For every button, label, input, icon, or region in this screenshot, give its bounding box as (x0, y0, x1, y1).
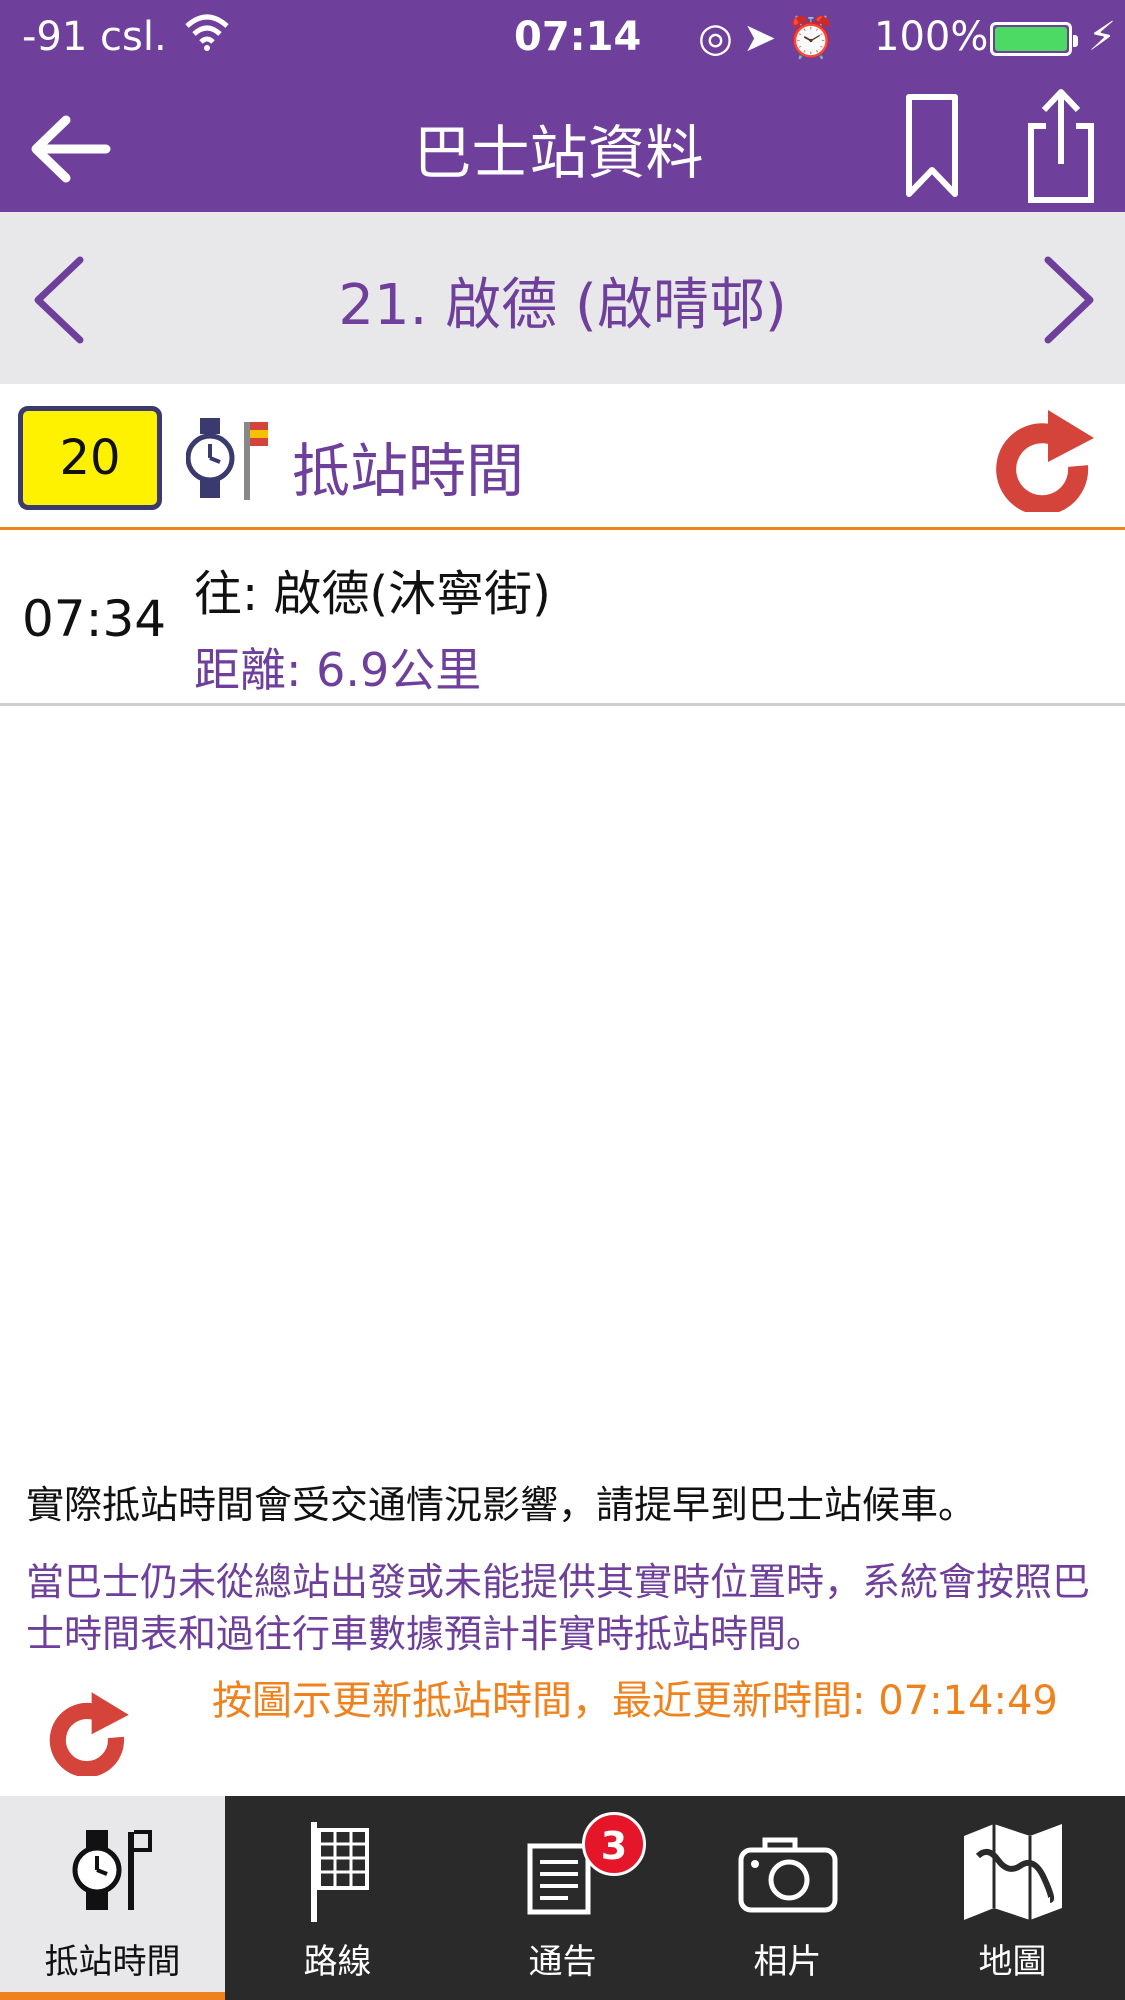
tab-label: 路線 (303, 1942, 372, 1982)
nav-bar: 巴士站資料 (0, 80, 1125, 210)
stop-name: 21. 啟德 (啟晴邨) (338, 273, 787, 338)
tab-routes[interactable]: 路線 (225, 1796, 450, 2000)
arrival-title: 抵站時間 (292, 437, 525, 505)
refresh-button[interactable] (994, 404, 1098, 516)
camera-icon (733, 1816, 843, 1926)
schedule-note: 當巴士仍未從總站出發或未能提供其實時位置時，系統會按照巴士時間表和過往行車數據預… (26, 1560, 1091, 1656)
wifi-icon (185, 14, 229, 64)
battery-percent: 100% (874, 14, 989, 60)
arrival-header: 20 抵站時間 (0, 384, 1125, 530)
clock-flag-icon (185, 418, 272, 500)
share-icon (1028, 89, 1094, 203)
refresh-icon (996, 410, 1094, 516)
route-number-badge: 20 (18, 406, 162, 510)
eta-time: 07:34 (22, 590, 167, 648)
carrier-label: -91 csl. (22, 14, 167, 60)
share-button[interactable] (1026, 86, 1096, 206)
tab-label: 抵站時間 (44, 1942, 181, 1982)
alarm-icon: ⏰ (786, 15, 847, 61)
status-time: 07:14 (514, 14, 642, 60)
status-bar: -91 csl. 07:14 ◎➤⏰ 100% ⚡ (0, 14, 1125, 64)
tab-arrival-time[interactable]: 抵站時間 (0, 1796, 225, 2000)
tab-label: 地圖 (978, 1942, 1047, 1982)
location-icon: ➤ (742, 15, 787, 61)
last-update-text: 按圖示更新抵站時間，最近更新時間: 07:14:49 (212, 1678, 1058, 1724)
stop-selector: 21. 啟德 (啟晴邨) (0, 212, 1125, 384)
eta-distance: 距離: 6.9公里 (194, 643, 482, 697)
bookmark-icon (906, 94, 958, 197)
notice-count-badge: 3 (582, 1812, 646, 1876)
eta-row[interactable]: 07:34 往: 啟德(沐寧街) 距離: 6.9公里 (0, 532, 1125, 706)
route-board-icon (283, 1816, 393, 1926)
chevron-right-icon (1044, 256, 1094, 344)
tab-bar: 抵站時間 路線 通告 3 相片 地圖 (0, 1796, 1125, 2000)
tab-label: 通告 (528, 1942, 597, 1982)
tab-label: 相片 (753, 1942, 822, 1982)
status-icons: ◎➤⏰ (698, 14, 846, 61)
top-bar: -91 csl. 07:14 ◎➤⏰ 100% ⚡ 巴士站資料 (0, 0, 1125, 212)
map-icon (958, 1816, 1068, 1926)
battery-icon (990, 22, 1078, 56)
tab-photos[interactable]: 相片 (675, 1796, 900, 2000)
next-stop-button[interactable] (1036, 254, 1102, 346)
refresh-icon (49, 1692, 129, 1778)
clock-flag-icon (58, 1816, 168, 1926)
eta-destination: 往: 啟德(沐寧街) (194, 566, 551, 622)
update-refresh-button[interactable] (48, 1686, 132, 1778)
rotation-lock-icon: ◎ (698, 15, 743, 61)
charging-icon: ⚡ (1088, 14, 1117, 60)
tab-map[interactable]: 地圖 (900, 1796, 1125, 2000)
traffic-note: 實際抵站時間會受交通情況影響，請提早到巴士站候車。 (26, 1483, 977, 1527)
bookmark-button[interactable] (904, 92, 960, 202)
